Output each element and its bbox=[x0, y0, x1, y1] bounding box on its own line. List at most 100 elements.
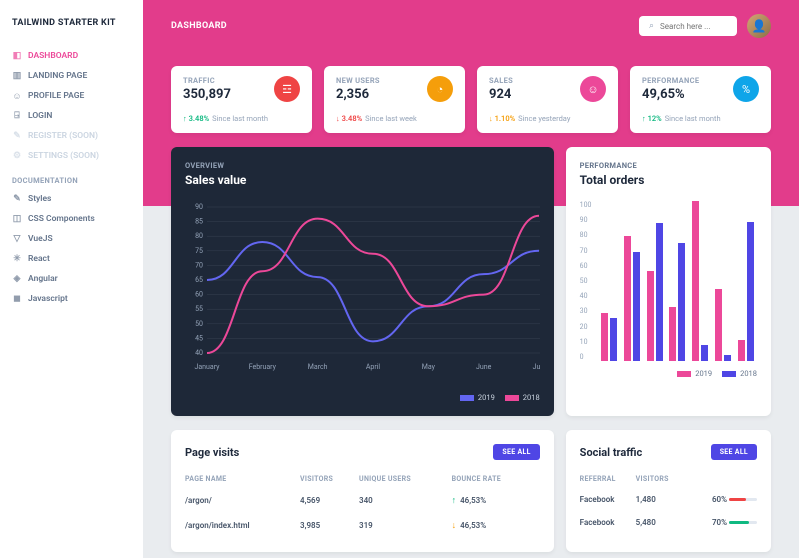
doc-label: Javascript bbox=[28, 294, 68, 304]
bar bbox=[747, 222, 754, 361]
bar-group bbox=[669, 243, 685, 361]
svg-text:70: 70 bbox=[195, 261, 203, 269]
svg-text:50: 50 bbox=[195, 320, 203, 328]
nav-label: DASHBOARD bbox=[28, 51, 78, 61]
bar bbox=[624, 236, 631, 361]
line-chart: 4045505560657075808590JanuaryFebruaryMar… bbox=[185, 201, 540, 402]
nav-label: LANDING PAGE bbox=[28, 71, 87, 81]
sidebar: TAILWIND STARTER KIT ◧DASHBOARD▥LANDING … bbox=[0, 0, 143, 558]
legend-item: 2019 bbox=[677, 369, 712, 378]
bar bbox=[669, 307, 676, 361]
nav-icon: ⍈ bbox=[12, 111, 22, 121]
column-header: BOUNCE RATE bbox=[452, 470, 540, 488]
table-row: /argon/4,569340↑ 46,53% bbox=[185, 488, 540, 513]
doc-icon: ◫ bbox=[12, 214, 22, 224]
sidebar-item-landing-page[interactable]: ▥ LANDING PAGE bbox=[0, 66, 143, 86]
svg-text:85: 85 bbox=[195, 218, 203, 226]
doc-item-javascript[interactable]: ◼ Javascript bbox=[0, 289, 143, 309]
topbar: DASHBOARD ⌕ 👤 bbox=[143, 0, 799, 52]
svg-text:60: 60 bbox=[195, 291, 203, 299]
search-box[interactable]: ⌕ bbox=[639, 16, 737, 36]
bar bbox=[738, 340, 745, 361]
stat-trend: ↓ 3.48% bbox=[336, 114, 362, 123]
nav-icon: ✎ bbox=[12, 131, 22, 141]
docs-title: DOCUMENTATION bbox=[0, 166, 143, 189]
doc-label: VueJS bbox=[28, 234, 53, 244]
svg-text:March: March bbox=[308, 363, 328, 371]
nav-icon: ▥ bbox=[12, 71, 22, 81]
orders-chart-card: PERFORMANCE Total orders 100908070605040… bbox=[566, 147, 771, 416]
avatar[interactable]: 👤 bbox=[747, 14, 771, 38]
stat-icon: % bbox=[733, 76, 759, 102]
doc-item-styles[interactable]: ✎Styles bbox=[0, 189, 143, 209]
svg-text:May: May bbox=[422, 363, 436, 371]
doc-item-angular[interactable]: ◈Angular bbox=[0, 269, 143, 289]
svg-text:80: 80 bbox=[195, 232, 203, 240]
legend-item: 2019 bbox=[460, 393, 495, 402]
svg-text:July: July bbox=[533, 363, 540, 371]
sidebar-item-settings-soon-[interactable]: ⚙SETTINGS (SOON) bbox=[0, 146, 143, 166]
stat-card-new-users: NEW USERS2,356◔↓ 3.48%Since last week bbox=[324, 66, 465, 133]
bar-group bbox=[624, 236, 640, 361]
doc-label: React bbox=[28, 254, 50, 264]
doc-icon: ✳ bbox=[12, 254, 22, 264]
sidebar-item-dashboard[interactable]: ◧DASHBOARD bbox=[0, 46, 143, 66]
stat-value: 924 bbox=[489, 87, 513, 102]
column-header: PAGE NAME bbox=[185, 470, 300, 488]
bar bbox=[701, 345, 708, 361]
stat-label: PERFORMANCE bbox=[642, 76, 699, 85]
nav-label: PROFILE PAGE bbox=[28, 91, 84, 101]
stat-icon: ☲ bbox=[274, 76, 300, 102]
bar-group bbox=[738, 222, 754, 361]
column-header: VISITORS bbox=[636, 470, 687, 488]
search-icon: ⌕ bbox=[649, 21, 654, 31]
stat-value: 350,897 bbox=[183, 87, 231, 102]
tables-row: Page visits SEE ALL PAGE NAMEVISITORSUNI… bbox=[143, 416, 799, 552]
search-input[interactable] bbox=[660, 22, 727, 31]
stat-since: Since yesterday bbox=[518, 114, 570, 123]
stat-since: Since last week bbox=[365, 114, 417, 123]
svg-text:40: 40 bbox=[195, 349, 203, 357]
sidebar-item-register-soon-[interactable]: ✎ REGISTER (SOON) bbox=[0, 126, 143, 146]
svg-text:45: 45 bbox=[195, 334, 203, 342]
overview-label: OVERVIEW bbox=[185, 161, 540, 170]
stat-since: Since last month bbox=[212, 114, 268, 123]
bar bbox=[678, 243, 685, 361]
doc-label: Angular bbox=[28, 274, 58, 284]
svg-text:January: January bbox=[195, 363, 221, 371]
svg-text:April: April bbox=[366, 363, 381, 371]
svg-text:65: 65 bbox=[195, 276, 203, 284]
see-all-button[interactable]: SEE ALL bbox=[711, 444, 757, 460]
stat-card-sales: SALES924☺↓ 1.10%Since yesterday bbox=[477, 66, 618, 133]
main: DASHBOARD ⌕ 👤 TRAFFIC350,897☲↑ 3.48%Sinc… bbox=[143, 0, 799, 558]
column-header: UNIQUE USERS bbox=[359, 470, 452, 488]
doc-item-vuejs[interactable]: ▽ VueJS bbox=[0, 229, 143, 249]
orders-label: PERFORMANCE bbox=[580, 161, 757, 170]
svg-text:June: June bbox=[476, 363, 492, 371]
nav-label: REGISTER (SOON) bbox=[28, 131, 98, 141]
legend-item: 2018 bbox=[505, 393, 540, 402]
doc-item-react[interactable]: ✳ React bbox=[0, 249, 143, 269]
page-visits-card: Page visits SEE ALL PAGE NAMEVISITORSUNI… bbox=[171, 430, 554, 552]
bar bbox=[610, 318, 617, 361]
bar bbox=[647, 271, 654, 361]
doc-icon: ◼ bbox=[12, 294, 22, 304]
bar-chart: 1009080706050403020100 20192018 bbox=[580, 201, 757, 378]
bar-group bbox=[692, 201, 708, 361]
doc-icon: ▽ bbox=[12, 234, 22, 244]
orders-chart-title: Total orders bbox=[580, 173, 757, 187]
doc-item-css-components[interactable]: ◫CSS Components bbox=[0, 209, 143, 229]
bar bbox=[724, 355, 731, 361]
nav-label: SETTINGS (SOON) bbox=[28, 151, 99, 161]
bar bbox=[601, 313, 608, 361]
stat-trend: ↑ 12% bbox=[642, 114, 662, 123]
sidebar-item-login[interactable]: ⍈ LOGIN bbox=[0, 106, 143, 126]
stat-trend: ↓ 1.10% bbox=[489, 114, 515, 123]
stat-card-traffic: TRAFFIC350,897☲↑ 3.48%Since last month bbox=[171, 66, 312, 133]
table-row: /argon/index.html3,985319↓ 46,53% bbox=[185, 513, 540, 538]
sidebar-item-profile-page[interactable]: ☺PROFILE PAGE bbox=[0, 86, 143, 106]
bar bbox=[633, 252, 640, 361]
social-title: Social traffic bbox=[580, 446, 643, 459]
nav-label: LOGIN bbox=[28, 111, 52, 121]
see-all-button[interactable]: SEE ALL bbox=[493, 444, 539, 460]
